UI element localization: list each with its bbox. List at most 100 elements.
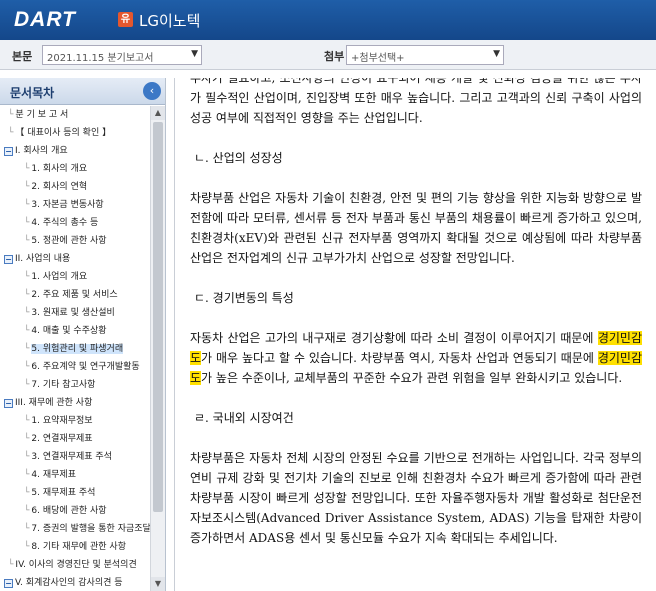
text-run: 자동차 산업은 고가의 내구재로 경기상황에 따라 소비 결정이 이루어지기 때… [190, 331, 598, 345]
toc-item[interactable]: − V. 회계감사인의 감사의견 등 [0, 574, 150, 591]
paragraph: 투자가 필요하고, 소전사항의 인정이 요구되어 채용 개발 및 신뢰성 검증을… [190, 78, 642, 125]
tree-connector: └ [24, 272, 30, 282]
toc-item[interactable]: └ IV. 이사의 경영진단 및 분석의견 [0, 556, 150, 574]
toc-item-label: 3. 자본금 변동사항 [31, 200, 104, 210]
tree-connector: └ [24, 218, 30, 228]
tree-connector: └ [24, 470, 30, 480]
attach-select[interactable]: +첨부선택+ ▼ [346, 45, 504, 65]
toc-item-label: 3. 원재료 및 생산설비 [31, 308, 115, 318]
toc-item[interactable]: └ 7. 기타 참고사항 [0, 376, 150, 394]
section-heading: ㄴ. 산업의 성장성 [194, 151, 283, 165]
scroll-thumb[interactable] [153, 122, 163, 512]
toc-item[interactable]: − II. 사업의 내용 [0, 250, 150, 268]
chevron-down-icon: ▼ [493, 49, 500, 59]
toc-item[interactable]: └ 【 대표이사 등의 확인 】 [0, 124, 150, 142]
tree-connector: └ [24, 416, 30, 426]
toc-item[interactable]: └ 1. 요약재무정보 [0, 412, 150, 430]
toc-item-label: 1. 사업의 개요 [31, 272, 88, 282]
toc-item[interactable]: └ 6. 배당에 관한 사항 [0, 502, 150, 520]
toc-item-label: 1. 요약재무정보 [31, 416, 93, 426]
attach-label: 첨부 [324, 50, 345, 63]
toc-item[interactable]: └ 4. 재무제표 [0, 466, 150, 484]
toc-item-label: 4. 주식의 총수 등 [31, 218, 99, 228]
dart-logo[interactable]: DART [14, 8, 76, 32]
toc-item[interactable]: − III. 재무에 관한 사항 [0, 394, 150, 412]
tree-connector: └ [24, 344, 30, 354]
tree-connector: └ [24, 542, 30, 552]
company-icon: 유 [118, 12, 133, 27]
scroll-down-icon[interactable]: ▼ [151, 577, 165, 591]
toc-item-label: 4. 매출 및 수주상황 [31, 326, 107, 336]
toc-item[interactable]: └ 3. 연결재무제표 주석 [0, 448, 150, 466]
toc-item[interactable]: └ 4. 매출 및 수주상황 [0, 322, 150, 340]
collapse-node-icon[interactable]: − [4, 255, 13, 264]
toc-item-label: 4. 재무제표 [31, 470, 76, 480]
toc-item[interactable]: └ 5. 위험관리 및 파생거래 [0, 340, 150, 358]
toc-item[interactable]: └ 3. 자본금 변동사항 [0, 196, 150, 214]
tree-connector: └ [24, 452, 30, 462]
chevron-down-icon: ▼ [191, 49, 198, 59]
toc-item[interactable]: └ 5. 재무제표 주석 [0, 484, 150, 502]
collapse-node-icon[interactable]: − [4, 579, 13, 588]
toc-item[interactable]: └ 1. 사업의 개요 [0, 268, 150, 286]
toc-item[interactable]: └ 2. 주요 제품 및 서비스 [0, 286, 150, 304]
toc-item[interactable]: └ 2. 연결재무제표 [0, 430, 150, 448]
toc-item-label: I. 회사의 개요 [15, 146, 68, 156]
toc-item-label: 6. 배당에 관한 사항 [31, 506, 107, 516]
tree-connector: └ [8, 128, 14, 138]
toc-item-label: 3. 연결재무제표 주석 [31, 452, 112, 462]
toc-item-label: 5. 정관에 관한 사항 [31, 236, 107, 246]
tree-connector: └ [24, 290, 30, 300]
tree-connector: └ [24, 488, 30, 498]
collapse-node-icon[interactable]: − [4, 147, 13, 156]
toc-item-label: 8. 기타 재무에 관한 사항 [31, 542, 126, 552]
toc-tree: └ 분 기 보 고 서 └ 【 대표이사 등의 확인 】 − I. 회사의 개요 └ 1. 회… [0, 106, 150, 591]
collapse-node-icon[interactable]: − [4, 399, 13, 408]
toc-item[interactable]: └ 2. 회사의 연혁 [0, 178, 150, 196]
scroll-up-icon[interactable]: ▲ [151, 106, 165, 120]
text-run: 가 매우 높다고 할 수 있습니다. 차량부품 역시, 자동차 산업과 연동되기… [201, 351, 598, 365]
tree-connector: └ [24, 308, 30, 318]
section-heading: ㄹ. 국내외 시장여건 [194, 411, 294, 425]
collapse-sidebar-icon[interactable]: ‹ [143, 82, 161, 100]
toc-item-label: 2. 연결재무제표 [31, 434, 93, 444]
toc-item[interactable]: − I. 회사의 개요 [0, 142, 150, 160]
tree-connector: └ [24, 524, 30, 534]
toc-item[interactable]: └ 8. 기타 재무에 관한 사항 [0, 538, 150, 556]
toc-item-label: 2. 주요 제품 및 서비스 [31, 290, 118, 300]
tree-connector: └ [24, 200, 30, 210]
toc-item[interactable]: └ 3. 원재료 및 생산설비 [0, 304, 150, 322]
tree-connector: └ [24, 236, 30, 246]
tree-connector: └ [8, 560, 14, 570]
company-name: LG이노텍 [139, 12, 201, 30]
toc-item-label: IV. 이사의 경영진단 및 분석의견 [15, 560, 137, 570]
paragraph: 차량부품 산업은 자동차 기술이 친환경, 안전 및 편의 기능 향상을 위한 … [190, 191, 642, 265]
tree-connector: └ [24, 182, 30, 192]
section-heading: ㄷ. 경기변동의 특성 [194, 291, 294, 305]
toc-item-label: 【 대표이사 등의 확인 】 [15, 128, 112, 138]
tree-connector: └ [24, 362, 30, 372]
toc-item-label: II. 사업의 내용 [15, 254, 71, 264]
toc-item-label: 6. 주요계약 및 연구개발활동 [31, 362, 140, 372]
toc-scrollbar[interactable]: ▲ ▼ [150, 106, 165, 591]
toc-item[interactable]: └ 1. 회사의 개요 [0, 160, 150, 178]
toc-item[interactable]: └ 4. 주식의 총수 등 [0, 214, 150, 232]
viewer-border [174, 78, 175, 591]
toc-item-label: 7. 증권의 발행을 통한 자금조달 [31, 524, 150, 534]
toc-item-label: V. 회계감사인의 감사의견 등 [15, 578, 123, 588]
tree-connector: └ [24, 326, 30, 336]
toolbar: 본문 2021.11.15 분기보고서 ▼ 첨부 +첨부선택+ ▼ [0, 40, 656, 70]
text-run: 가 높은 수준이나, 교체부품의 꾸준한 수요가 관련 위험을 일부 완화시키고… [201, 371, 623, 385]
report-select[interactable]: 2021.11.15 분기보고서 ▼ [42, 45, 202, 65]
tree-connector: └ [8, 110, 14, 120]
toc-item-label: 5. 재무제표 주석 [31, 488, 96, 498]
toc-item[interactable]: └ 분 기 보 고 서 [0, 106, 150, 124]
toc-header: 문서목차 ‹ [0, 78, 165, 105]
app-header: DART 유 LG이노텍 [0, 0, 656, 40]
toc-item[interactable]: └ 7. 증권의 발행을 통한 자금조달 [0, 520, 150, 538]
toc-item[interactable]: └ 5. 정관에 관한 사항 [0, 232, 150, 250]
attach-select-value: +첨부선택+ [351, 53, 405, 64]
document-body: 투자가 필요하고, 소전사항의 인정이 요구되어 채용 개발 및 신뢰성 검증을… [190, 78, 642, 568]
toc-item[interactable]: └ 6. 주요계약 및 연구개발활동 [0, 358, 150, 376]
toc-item-label: 2. 회사의 연혁 [31, 182, 88, 192]
